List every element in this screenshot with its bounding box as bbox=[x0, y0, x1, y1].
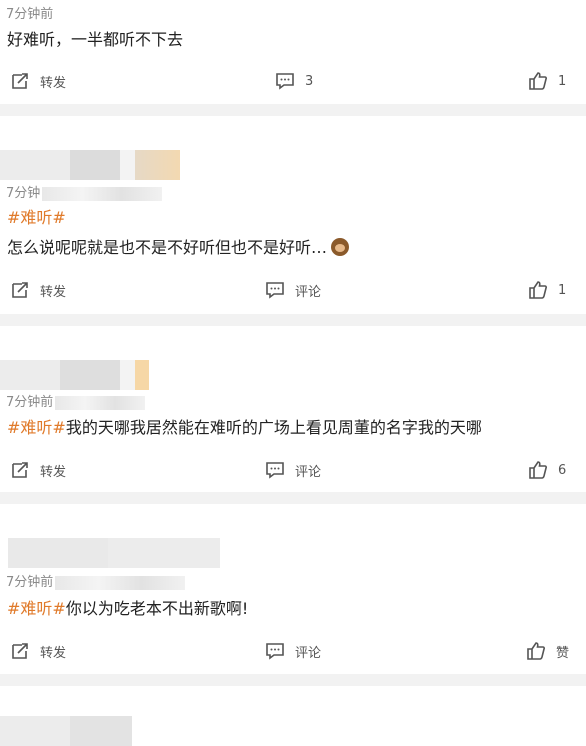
comment-icon bbox=[266, 462, 284, 479]
repost-button[interactable]: 转发 bbox=[10, 69, 66, 93]
like-button[interactable]: 1 bbox=[528, 278, 566, 302]
post-time: 7分钟前 bbox=[6, 7, 54, 22]
post-2: 7分钟 #难听# 怎么说呢呢就是也不是不好听但也不是好听… 转发 评论 1 bbox=[0, 116, 586, 314]
repost-label: 转发 bbox=[40, 464, 67, 480]
comment-button[interactable]: 3 bbox=[275, 69, 313, 93]
post-time-text: 7分钟前 bbox=[6, 395, 54, 410]
blurred-username bbox=[0, 150, 190, 180]
action-bar: 转发 评论 赞 bbox=[0, 639, 586, 663]
like-button[interactable]: 6 bbox=[528, 458, 566, 482]
thumbs-up-icon bbox=[529, 461, 547, 479]
comment-icon bbox=[266, 282, 284, 299]
post-content: 好难听，一半都听不下去 bbox=[7, 30, 184, 49]
hashtag[interactable]: #难听# bbox=[7, 204, 66, 228]
repost-label: 转发 bbox=[40, 645, 67, 661]
like-button[interactable]: 1 bbox=[528, 69, 566, 93]
like-label: 赞 bbox=[556, 645, 570, 661]
like-button[interactable]: 赞 bbox=[526, 639, 569, 663]
see-no-evil-monkey-icon bbox=[331, 238, 350, 256]
thumbs-up-icon bbox=[529, 72, 547, 90]
post-time-text: 7分钟 bbox=[6, 186, 41, 201]
post-text: 我的天哪我居然能在难听的广场上看见周董的名字我的天哪 bbox=[65, 418, 482, 437]
like-count: 6 bbox=[558, 462, 567, 478]
comment-label: 评论 bbox=[295, 464, 322, 480]
post-content: #难听#你以为吃老本不出新歌啊! bbox=[7, 595, 248, 619]
post-time: 7分钟 bbox=[6, 182, 163, 201]
separator bbox=[0, 314, 586, 326]
blurred-username bbox=[0, 360, 170, 390]
repost-label: 转发 bbox=[40, 75, 67, 91]
comment-icon bbox=[276, 73, 294, 90]
separator bbox=[0, 492, 586, 504]
thumbs-up-icon bbox=[527, 642, 545, 660]
post-content: #难听#我的天哪我居然能在难听的广场上看见周董的名字我的天哪 bbox=[7, 414, 482, 438]
post-1: 7分钟前 好难听，一半都听不下去 转发 3 1 bbox=[0, 0, 586, 104]
comment-count: 3 bbox=[305, 73, 314, 89]
repost-button[interactable]: 转发 bbox=[10, 458, 66, 482]
blurred-source bbox=[42, 186, 163, 201]
post-4: 7分钟前 #难听#你以为吃老本不出新歌啊! 转发 评论 赞 bbox=[0, 504, 586, 674]
blurred-username bbox=[0, 538, 230, 568]
repost-button[interactable]: 转发 bbox=[10, 639, 66, 663]
comment-icon bbox=[266, 643, 284, 660]
repost-icon bbox=[12, 73, 28, 89]
comment-button[interactable]: 评论 bbox=[265, 278, 321, 302]
post-content: 怎么说呢呢就是也不是不好听但也不是好听… bbox=[7, 234, 350, 258]
post-time: 7分钟前 bbox=[6, 391, 146, 410]
comment-button[interactable]: 评论 bbox=[265, 639, 321, 663]
blurred-username bbox=[0, 716, 140, 746]
action-bar: 转发 评论 1 bbox=[0, 278, 586, 302]
comment-button[interactable]: 评论 bbox=[265, 458, 321, 482]
like-count: 1 bbox=[558, 73, 567, 89]
repost-icon bbox=[12, 282, 28, 298]
like-count: 1 bbox=[558, 282, 567, 298]
action-bar: 转发 3 1 bbox=[0, 69, 586, 93]
post-5 bbox=[0, 686, 586, 746]
comment-label: 评论 bbox=[295, 645, 322, 661]
separator bbox=[0, 104, 586, 116]
comment-label: 评论 bbox=[295, 284, 322, 300]
repost-icon bbox=[12, 643, 28, 659]
post-time: 7分钟前 bbox=[6, 571, 186, 590]
post-3: 7分钟前 #难听#我的天哪我居然能在难听的广场上看见周董的名字我的天哪 转发 评… bbox=[0, 326, 586, 492]
post-text: 你以为吃老本不出新歌啊! bbox=[65, 599, 249, 618]
blurred-source bbox=[55, 575, 186, 590]
action-bar: 转发 评论 6 bbox=[0, 458, 586, 482]
post-text: 怎么说呢呢就是也不是不好听但也不是好听… bbox=[7, 238, 328, 257]
repost-icon bbox=[12, 462, 28, 478]
separator bbox=[0, 674, 586, 686]
thumbs-up-icon bbox=[529, 281, 547, 299]
hashtag[interactable]: #难听# bbox=[7, 599, 66, 618]
post-time-text: 7分钟前 bbox=[6, 575, 54, 590]
blurred-source bbox=[55, 395, 146, 410]
hashtag[interactable]: #难听# bbox=[7, 418, 66, 437]
repost-button[interactable]: 转发 bbox=[10, 278, 66, 302]
repost-label: 转发 bbox=[40, 284, 67, 300]
